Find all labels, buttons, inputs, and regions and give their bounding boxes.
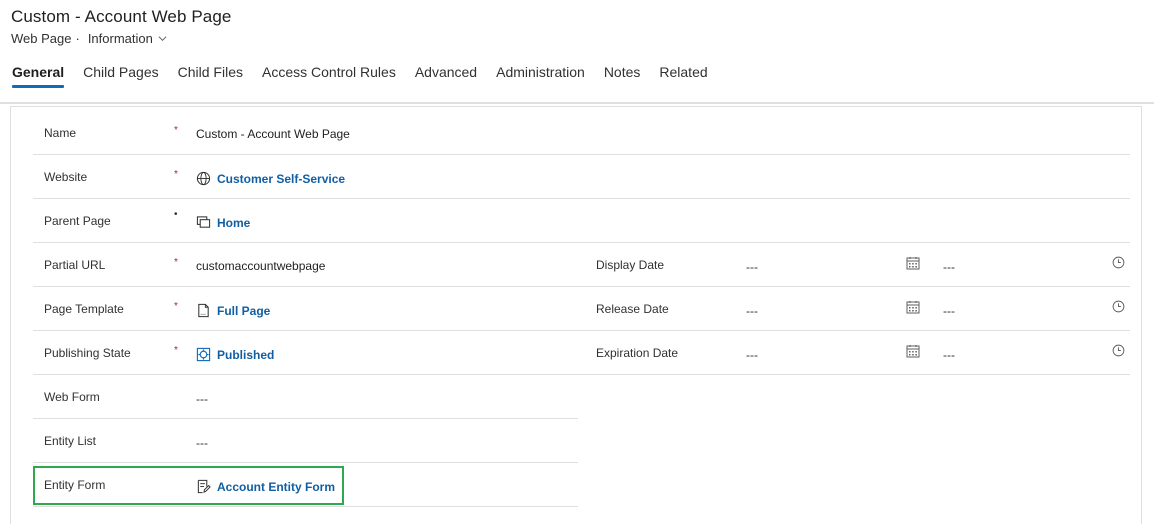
field-row-name: Name * Custom - Account Web Page [33, 111, 1130, 155]
tab-advanced[interactable]: Advanced [415, 64, 477, 92]
publishing-state-lookup[interactable]: Published [196, 347, 274, 362]
field-row-page-template: Page Template * Full Page [33, 287, 578, 331]
recommended-indicator: • [174, 209, 178, 220]
partial-url-field[interactable]: customaccountwebpage [196, 259, 325, 273]
entity-list-label: Entity List [44, 434, 97, 448]
field-row-web-form: Web Form --- [33, 375, 578, 419]
record-subtitle: Web Page · Information [11, 31, 167, 46]
field-row-entity-list: Entity List --- [33, 419, 578, 463]
clock-icon[interactable] [1112, 344, 1125, 357]
general-section: Name * Custom - Account Web Page Website… [10, 106, 1142, 524]
tab-list: General Child Pages Child Files Access C… [12, 64, 727, 92]
web-form-label: Web Form [44, 390, 100, 404]
field-row-publishing-state: Publishing State * Published [33, 331, 578, 375]
release-date-input[interactable]: --- [746, 304, 758, 318]
expiration-time-input[interactable]: --- [943, 348, 955, 362]
form-selector-label: Information [87, 31, 153, 46]
display-date-input[interactable]: --- [746, 260, 758, 274]
field-row-parent-page: Parent Page • Home [33, 199, 1130, 243]
tab-notes[interactable]: Notes [604, 64, 641, 92]
name-field[interactable]: Custom - Account Web Page [196, 127, 350, 141]
globe-icon [196, 171, 211, 186]
expiration-date-input[interactable]: --- [746, 348, 758, 362]
required-indicator: * [174, 169, 178, 180]
chevron-down-icon [158, 36, 167, 42]
release-date-label: Release Date [596, 302, 669, 316]
page-template-lookup-text: Full Page [217, 303, 271, 318]
clock-icon[interactable] [1112, 256, 1125, 269]
publishing-state-lookup-text: Published [217, 347, 275, 362]
entity-form-highlight-box [33, 466, 344, 505]
display-date-label: Display Date [596, 258, 665, 272]
display-time-input[interactable]: --- [943, 260, 955, 274]
expiration-date-label: Expiration Date [596, 346, 679, 360]
pages-icon [196, 216, 211, 228]
name-label: Name [44, 126, 77, 140]
tab-child-files[interactable]: Child Files [178, 64, 243, 92]
field-row-display-date: Display Date --- --- [578, 243, 1130, 287]
field-row-expiration-date: Expiration Date --- --- [578, 331, 1130, 375]
form-selector[interactable]: Information [88, 31, 167, 46]
field-row-website: Website * Customer Self-Service [33, 155, 1130, 199]
partial-url-label: Partial URL [44, 258, 106, 272]
subtitle-separator: · [75, 31, 80, 46]
clock-icon[interactable] [1112, 300, 1125, 313]
website-lookup-text: Customer Self-Service [217, 171, 346, 186]
parent-page-lookup-text: Home [217, 215, 251, 230]
tab-child-pages[interactable]: Child Pages [83, 64, 159, 92]
page-template-label: Page Template [44, 302, 124, 316]
tab-administration[interactable]: Administration [496, 64, 585, 92]
tab-access-control-rules[interactable]: Access Control Rules [262, 64, 396, 92]
form-header: Custom - Account Web Page Web Page · Inf… [0, 0, 1154, 104]
required-indicator: * [174, 345, 178, 356]
website-label: Website [44, 170, 88, 184]
parent-page-lookup[interactable]: Home [196, 215, 250, 230]
field-row-partial-url: Partial URL * customaccountwebpage [33, 243, 578, 287]
header-divider [0, 102, 1154, 104]
entity-list-lookup[interactable]: --- [196, 436, 208, 450]
parent-page-label: Parent Page [44, 214, 111, 228]
required-indicator: * [174, 257, 178, 268]
tab-related[interactable]: Related [659, 64, 707, 92]
calendar-icon[interactable] [906, 344, 920, 358]
record-title: Custom - Account Web Page [11, 7, 232, 26]
page-template-icon [198, 303, 209, 318]
website-lookup[interactable]: Customer Self-Service [196, 171, 345, 186]
field-row-release-date: Release Date --- --- [578, 287, 1130, 331]
calendar-icon[interactable] [906, 256, 920, 270]
tab-general[interactable]: General [12, 64, 65, 92]
publishing-state-label: Publishing State [44, 346, 131, 360]
required-indicator: * [174, 301, 178, 312]
publishing-state-icon [196, 347, 211, 362]
entity-name: Web Page [11, 31, 72, 46]
calendar-icon[interactable] [906, 300, 920, 314]
release-time-input[interactable]: --- [943, 304, 955, 318]
page-template-lookup[interactable]: Full Page [196, 303, 270, 318]
required-indicator: * [174, 125, 178, 136]
web-form-lookup[interactable]: --- [196, 392, 208, 406]
